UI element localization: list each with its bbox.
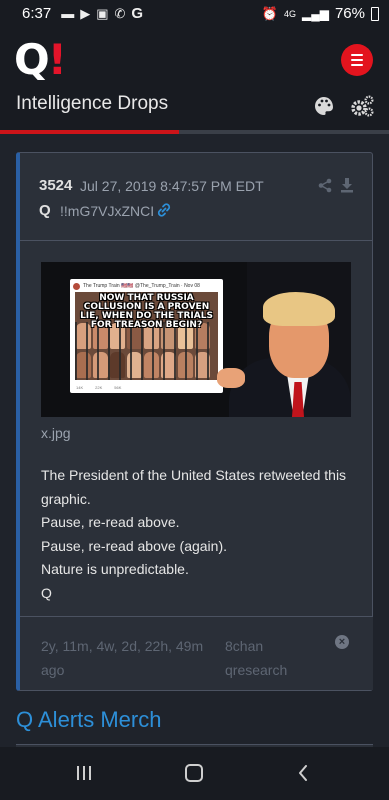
wifi-calling-icon: ✆ [114, 5, 126, 21]
chat-icon: ▬ [61, 6, 75, 21]
photo-hand [217, 368, 245, 388]
signal-icon: ▂▄▆ [302, 6, 329, 21]
home-icon[interactable] [185, 764, 203, 782]
4g-lte-icon: 4G [283, 8, 296, 19]
app-bar: Q! [0, 27, 389, 90]
close-icon[interactable]: × [335, 635, 349, 649]
merch-heading[interactable]: Q Alerts Merch [16, 707, 161, 733]
post-body: The President of the United States retwe… [41, 464, 361, 606]
post-line: The President of the United States retwe… [41, 467, 350, 507]
meme-text: NOW THAT RUSSIA COLLUSION IS A PROVEN LI… [80, 293, 213, 330]
google-icon: G [131, 5, 144, 22]
share-icon[interactable] [318, 178, 332, 193]
tweet-user: The Trump Train 🇺🇸🇺🇸 @The_Trump_Train · … [83, 283, 200, 289]
photo-hair [263, 292, 335, 326]
post-header: 3524 Jul 27, 2019 8:47:57 PM EDT Q !!mG7… [20, 153, 373, 241]
alarm-icon: ⏰ [261, 5, 278, 21]
post-card: 3524 Jul 27, 2019 8:47:57 PM EDT Q !!mG7… [16, 152, 373, 691]
app-logo[interactable]: Q! [14, 39, 67, 81]
palette-icon[interactable] [314, 96, 334, 116]
post-date: Jul 27, 2019 8:47:57 PM EDT [80, 178, 264, 194]
post-footer: 2y, 11m, 4w, 2d, 22h, 49m ago 8chan qres… [20, 616, 373, 690]
tweet-stat-retweets: 22K [95, 385, 103, 390]
tweet-avatar [73, 282, 80, 290]
battery-icon [371, 6, 379, 21]
meme-image: NOW THAT RUSSIA COLLUSION IS A PROVEN LI… [75, 292, 218, 380]
menu-button[interactable] [341, 44, 373, 76]
download-icon[interactable] [340, 177, 354, 193]
post-age: 2y, 11m, 4w, 2d, 22h, 49m ago [41, 638, 204, 678]
system-nav-bar [0, 747, 389, 800]
jail-bars [75, 322, 218, 380]
link-icon[interactable] [156, 202, 172, 218]
image-filename[interactable]: x.jpg [41, 425, 71, 441]
gears-icon[interactable] [350, 95, 374, 117]
back-icon[interactable] [298, 765, 308, 781]
post-author: Q [39, 202, 51, 219]
post-tripcode: !!mG7VJxZNCI [60, 203, 155, 219]
post-source: 8chan qresearch [225, 638, 288, 678]
recent-apps-icon[interactable] [77, 766, 95, 780]
tweet-stat-replies: 14K [76, 385, 84, 390]
youtube-icon: ▶ [80, 5, 91, 21]
post-line: Pause, re-read above. [41, 514, 180, 531]
tweet-header: The Trump Train 🇺🇸🇺🇸 @The_Trump_Train · … [73, 282, 220, 290]
post-line: Pause, re-read above (again). [41, 537, 227, 554]
logo-q: Q [14, 35, 50, 84]
post-line: Nature is unpredictable. [41, 561, 189, 578]
tweet-screenshot: The Trump Train 🇺🇸🇺🇸 @The_Trump_Train · … [70, 279, 223, 393]
gallery-icon: ▣ [96, 5, 109, 21]
battery-percent: 76% [334, 5, 365, 22]
status-right: ⏰ 4G ▂▄▆ 76% [262, 5, 379, 22]
logo-bang: ! [47, 35, 67, 84]
post-line: Q [41, 584, 52, 601]
scroll-progress-fill [0, 130, 179, 134]
post-number[interactable]: 3524 [39, 177, 72, 194]
status-time: 6:37 [22, 5, 52, 22]
tweet-stats: 14K 22K 56K [76, 385, 216, 390]
status-bar: 6:37 ▬ ▶ ▣ ✆ G ⏰ 4G ▂▄▆ 76% [0, 0, 389, 27]
section-bar: Intelligence Drops [0, 90, 389, 130]
section-title: Intelligence Drops [16, 93, 169, 114]
post-image[interactable]: The Trump Train 🇺🇸🇺🇸 @The_Trump_Train · … [41, 262, 351, 417]
tweet-stat-likes: 56K [114, 385, 122, 390]
hamburger-menu-icon [351, 54, 363, 56]
scroll-progress [0, 130, 389, 134]
